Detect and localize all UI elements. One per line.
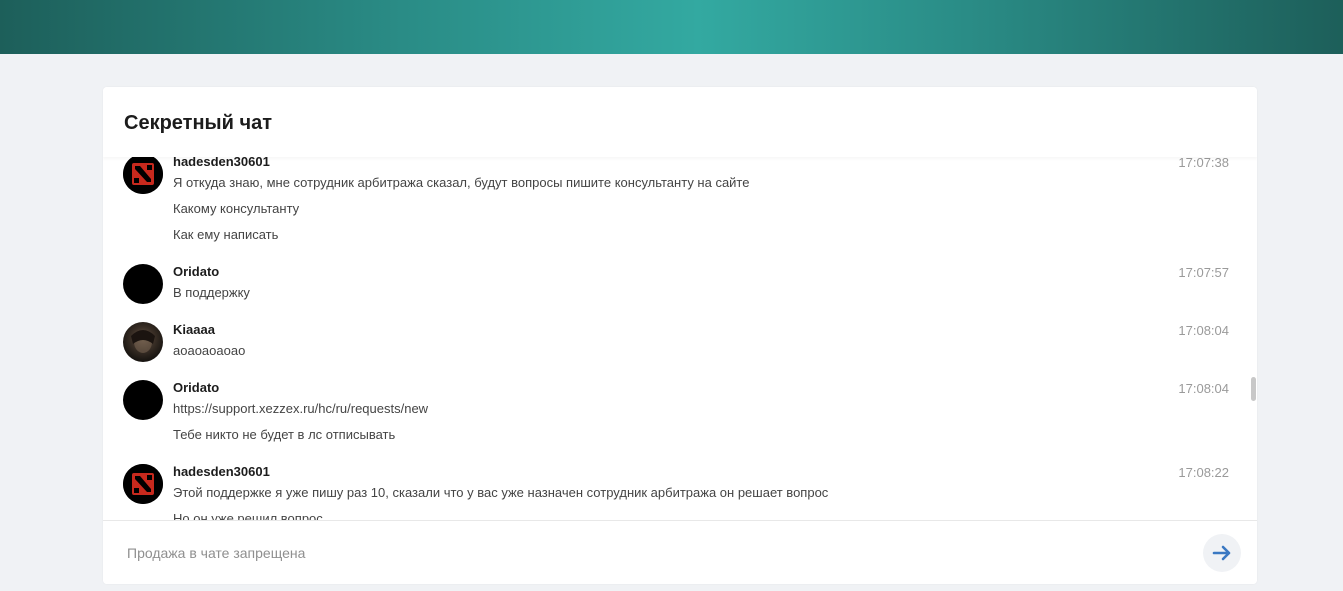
message-text: аоаоаоаоао (173, 343, 246, 358)
message-time: 17:07:57 (1178, 265, 1229, 280)
message-list[interactable]: hadesden30601 17:07:38 Я откуда знаю, мн… (103, 157, 1257, 520)
message-text: Но он уже решил вопрос (173, 511, 323, 520)
message-text: Я откуда знаю, мне сотрудник арбитража с… (173, 175, 750, 190)
message-time: 17:08:04 (1178, 381, 1229, 396)
message-author[interactable]: Oridato (173, 264, 219, 279)
send-button[interactable] (1203, 534, 1241, 572)
message-time: 17:08:22 (1178, 465, 1229, 480)
message-author[interactable]: hadesden30601 (173, 157, 270, 169)
top-banner (0, 0, 1343, 54)
black-circle-avatar[interactable] (123, 380, 163, 420)
message-author[interactable]: Oridato (173, 380, 219, 395)
chat-panel: Секретный чат hadesden30601 17:07:38 Я о… (103, 87, 1257, 584)
black-circle-avatar[interactable] (123, 264, 163, 304)
message-text: Тебе никто не будет в лс отписывать (173, 427, 396, 442)
arrow-right-icon (1212, 545, 1231, 561)
message-time: 17:07:38 (1178, 157, 1229, 170)
message-author[interactable]: hadesden30601 (173, 464, 270, 479)
page-title: Секретный чат (124, 112, 272, 134)
photo-avatar[interactable] (123, 322, 163, 362)
message-composer (103, 520, 1257, 584)
chat-header: Секретный чат (103, 87, 1257, 157)
message-input[interactable] (117, 535, 1217, 571)
dota-logo-icon[interactable] (123, 157, 163, 194)
scrollbar-thumb[interactable] (1251, 377, 1256, 401)
message-text: Как ему написать (173, 227, 279, 242)
dota-logo-icon[interactable] (123, 464, 163, 504)
message-link[interactable]: https://support.xezzex.ru/hc/ru/requests… (173, 401, 428, 416)
message-text: В поддержку (173, 285, 250, 300)
message-time: 17:08:04 (1178, 323, 1229, 338)
message-text: Этой поддержке я уже пишу раз 10, сказал… (173, 485, 829, 500)
message-text: Какому консультанту (173, 201, 300, 216)
message-author[interactable]: Kiaaaa (173, 322, 215, 337)
